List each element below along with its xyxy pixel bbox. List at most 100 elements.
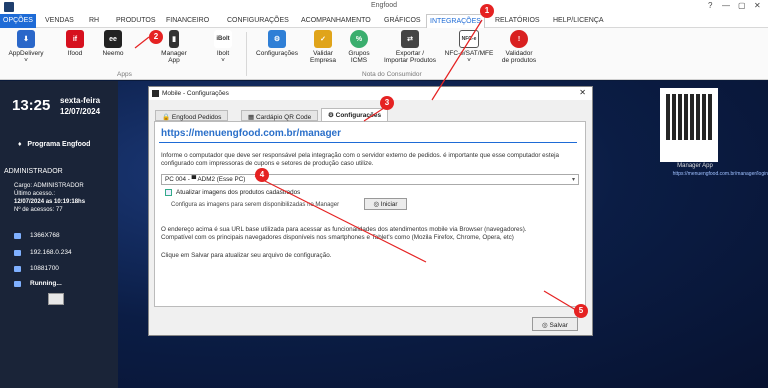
- help-icon[interactable]: ?: [708, 1, 712, 10]
- tab-configuracoes-dialog[interactable]: ⚙ Configurações: [321, 108, 389, 121]
- ibolt-sub: ˅: [221, 57, 225, 64]
- tab-graficos[interactable]: GRÁFICOS: [381, 16, 424, 27]
- neemo-label: Neemo: [102, 50, 124, 57]
- program-label: Programa Engfood: [27, 141, 91, 148]
- neemo-icon: ee: [104, 30, 122, 48]
- grupos-sub: ICMS: [350, 57, 368, 64]
- tab-engfood-pedidos[interactable]: 🔒 Engfood Pedidos: [155, 110, 229, 121]
- tab-integracoes[interactable]: INTEGRAÇÕES: [426, 14, 485, 29]
- configuracoes-label: Configurações: [256, 50, 298, 57]
- step-marker-3: 3: [380, 96, 394, 110]
- appdelivery-sub: ˅: [24, 57, 28, 64]
- tab-vendas[interactable]: VENDAS: [42, 16, 77, 27]
- status-value: Running...: [30, 280, 62, 287]
- clock-time: 13:25: [12, 97, 51, 114]
- validador-icon: !: [510, 30, 528, 48]
- validador-label: Validador: [505, 50, 533, 57]
- manager-app-sub: App: [168, 57, 180, 64]
- tab-engfood-pedidos-label: Engfood Pedidos: [171, 114, 222, 121]
- ifood-label: Ifood: [67, 50, 83, 57]
- ribbon-panel: ⬇ AppDelivery ˅ if Ifood ee Neemo ▮ Mana…: [0, 28, 768, 80]
- update-images-checkbox[interactable]: [165, 189, 172, 196]
- sidebar-action-button[interactable]: [48, 293, 64, 305]
- ribbon-tabs: OPÇÕES VENDAS RH PRODUTOS FINANCEIRO CON…: [0, 14, 768, 29]
- status-row: Running...: [14, 280, 62, 287]
- validar-label: Validar: [313, 50, 333, 57]
- minimize-icon[interactable]: —: [722, 1, 730, 10]
- network-icon: [14, 249, 21, 256]
- dialog-titlebar: Mobile - Configurações ✕: [149, 87, 592, 100]
- ifood-icon: if: [66, 30, 84, 48]
- ip-value: 192.168.0.234: [30, 249, 72, 256]
- ibolt-button[interactable]: iBolt Ibolt ˅: [208, 30, 238, 64]
- dialog-title: Mobile - Configurações: [162, 90, 229, 97]
- mobile-config-dialog: Mobile - Configurações ✕ 🔒 Engfood Pedid…: [148, 86, 593, 336]
- tab-help-licenca[interactable]: HELP/LICENÇA: [550, 16, 607, 27]
- step-marker-5: 5: [574, 304, 588, 318]
- exportar-sub: Importar Produtos: [383, 57, 437, 64]
- grupos-icms-button[interactable]: % Grupos ICMS: [345, 30, 373, 64]
- export-import-icon: ⇄: [401, 30, 419, 48]
- tab-opcoes[interactable]: OPÇÕES: [0, 14, 36, 28]
- step-marker-2: 2: [149, 30, 163, 44]
- tab-configuracoes[interactable]: CONFIGURAÇÕES: [224, 16, 292, 27]
- update-images-row[interactable]: Atualizar imagens dos produtos cadastrad…: [165, 189, 300, 196]
- qr-code: [660, 88, 718, 162]
- chevron-down-icon: ▾: [571, 177, 575, 183]
- qr-pattern: [666, 94, 712, 140]
- clock-date: 12/07/2024: [60, 107, 101, 116]
- manager-app-icon: ▮: [169, 30, 179, 48]
- info-cargo: Cargo: ADMINISTRADOR: [14, 183, 84, 189]
- intro-text: Informe o computador que deve ser respon…: [161, 152, 559, 167]
- nfce-sat-mfe-button[interactable]: NFC-e NFC-e/SAT/MFE ˅: [444, 30, 494, 64]
- tab-cardapio-qr[interactable]: ▦ Cardápio QR Code: [241, 110, 319, 121]
- salvar-label: Salvar: [549, 322, 568, 329]
- tab-rh[interactable]: RH: [86, 16, 102, 27]
- manager-url: https://menuengfood.com.br/manager: [161, 128, 342, 139]
- tab-configuracoes-label: Configurações: [335, 112, 382, 119]
- nfce-icon: NFC-e: [459, 30, 479, 48]
- step-marker-1: 1: [480, 4, 494, 18]
- tab-relatorios[interactable]: RELATÓRIOS: [492, 16, 543, 27]
- validar-sub: Empresa: [309, 57, 336, 64]
- dialog-close-icon[interactable]: ✕: [579, 88, 586, 97]
- clock-weekday: sexta-feira: [60, 96, 101, 105]
- grupos-icms-icon: %: [350, 30, 368, 48]
- appdelivery-button[interactable]: ⬇ AppDelivery ˅: [6, 30, 46, 64]
- gear-icon: [14, 280, 21, 287]
- group-divider: [246, 32, 247, 76]
- update-images-label: Atualizar imagens dos produtos cadastrad…: [176, 189, 301, 196]
- pc-select[interactable]: PC 004 - ▀ ADM2 (Esse PC) ▾: [161, 174, 579, 185]
- ifood-button[interactable]: if Ifood: [60, 30, 90, 57]
- manager-app-url[interactable]: https://menuengfood.com.br/manager/login: [640, 171, 768, 177]
- user-name: ADMINISTRADOR: [4, 168, 63, 175]
- pc-select-value: PC 004 - ▀ ADM2 (Esse PC): [165, 176, 246, 183]
- save-hint: Clique em Salvar para atualizar seu arqu…: [161, 252, 332, 259]
- tab-financeiro[interactable]: FINANCEIRO: [163, 16, 212, 27]
- validador-produtos-button[interactable]: ! Validador de produtos: [496, 30, 542, 64]
- monitor-icon: [14, 232, 21, 239]
- iniciar-label: Iniciar: [380, 201, 398, 208]
- note-url: O endereço acima é sua URL base utilizad…: [161, 226, 527, 233]
- exportar-label: Exportar /: [395, 50, 425, 57]
- serial-row: 10881700: [14, 265, 59, 272]
- images-hint: Configura as imagens para serem disponib…: [171, 202, 340, 208]
- maximize-icon[interactable]: ▢: [738, 1, 746, 10]
- iniciar-button[interactable]: ◎ Iniciar: [364, 198, 407, 210]
- ibolt-icon: iBolt: [214, 30, 232, 48]
- configuracoes-button[interactable]: ⚙ Configurações: [254, 30, 300, 57]
- appdelivery-icon: ⬇: [17, 30, 35, 48]
- neemo-button[interactable]: ee Neemo: [98, 30, 128, 57]
- tab-cardapio-qr-label: Cardápio QR Code: [255, 114, 312, 121]
- ibolt-label: Ibolt: [216, 50, 230, 57]
- tab-acompanhamento[interactable]: ACOMPANHAMENTO: [298, 16, 374, 27]
- status-sidebar: 13:25 sexta-feira 12/07/2024 ♦ Programa …: [0, 81, 118, 388]
- grupos-label: Grupos: [348, 50, 370, 57]
- exportar-importar-button[interactable]: ⇄ Exportar / Importar Produtos: [378, 30, 442, 64]
- salvar-button[interactable]: ◎ Salvar: [532, 317, 578, 331]
- tab-produtos[interactable]: PRODUTOS: [113, 16, 159, 27]
- nfce-label: NFC-e/SAT/MFE: [444, 50, 494, 57]
- nfce-sub: ˅: [467, 57, 471, 64]
- close-icon[interactable]: ✕: [754, 1, 761, 10]
- validar-empresa-button[interactable]: ✓ Validar Empresa: [306, 30, 340, 64]
